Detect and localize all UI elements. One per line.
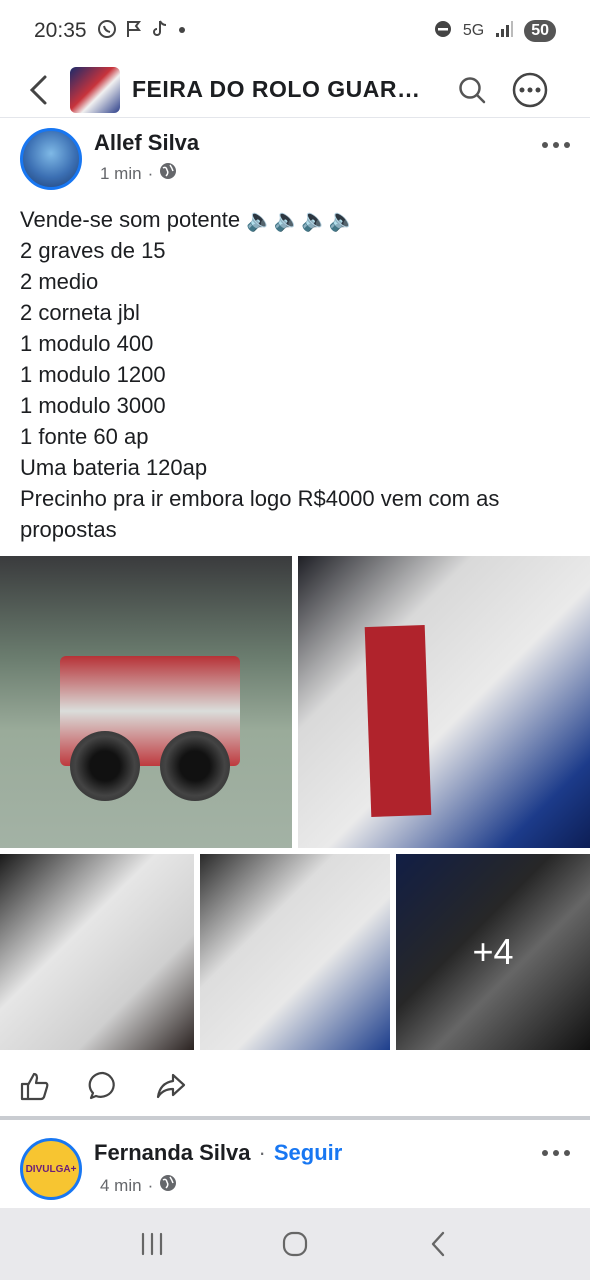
post-meta: 1 min · — [100, 162, 177, 185]
status-time: 20:35 — [34, 19, 87, 42]
flag-icon — [125, 19, 143, 44]
post-line: 2 medio — [20, 269, 99, 294]
post-line: 2 graves de 15 — [20, 238, 166, 263]
chevron-left-icon — [29, 75, 47, 104]
post-line: 2 corneta jbl — [20, 300, 140, 325]
meta-dot: · — [147, 163, 154, 183]
globe-icon — [159, 162, 177, 185]
meta-dot: · — [147, 1175, 154, 1195]
subwoofer-shape — [160, 731, 230, 801]
more-dots-icon — [542, 142, 570, 148]
home-icon — [282, 1231, 308, 1257]
post-author-row: Fernanda Silva · Seguir — [94, 1140, 342, 1166]
status-bar: 20:35 5G 50 — [0, 0, 590, 62]
feed-post-next: DIVULGA+ Fernanda Silva · Seguir 4 min · — [0, 1120, 590, 1208]
photo-car-trunk[interactable] — [0, 556, 292, 848]
post-text: Vende-se som potente 🔈🔈🔈🔈 2 graves de 15… — [0, 196, 590, 545]
photo-amplifiers[interactable] — [0, 854, 194, 1050]
notification-dot-icon — [177, 19, 187, 44]
share-icon — [156, 1073, 186, 1099]
whatsapp-icon — [97, 19, 117, 44]
search-icon — [459, 76, 486, 103]
post-line: 1 fonte 60 ap — [20, 424, 149, 449]
recent-apps-icon — [141, 1232, 162, 1256]
post-header: Allef Silva 1 min · — [0, 120, 590, 196]
post-line: 1 modulo 3000 — [20, 393, 166, 418]
globe-icon — [159, 1174, 177, 1197]
network-type: 5G — [462, 22, 485, 39]
feed-post: Allef Silva 1 min · Vende-se som potente… — [0, 120, 590, 545]
home-button[interactable] — [265, 1219, 325, 1269]
post-author[interactable]: Fernanda Silva — [94, 1140, 251, 1166]
post-line: 1 modulo 1200 — [20, 362, 166, 387]
comment-button[interactable] — [86, 1069, 120, 1103]
group-header: FEIRA DO ROLO GUARU... — [0, 62, 590, 118]
group-thumbnail[interactable] — [70, 66, 120, 113]
search-button[interactable] — [450, 68, 494, 112]
photo-grid: +4 — [0, 556, 590, 1050]
post-time: 4 min — [100, 1175, 142, 1195]
post-line: 1 modulo 400 — [20, 331, 154, 356]
post-time: 1 min — [100, 163, 142, 183]
follow-button[interactable]: Seguir — [274, 1140, 342, 1166]
post-author[interactable]: Allef Silva — [94, 130, 199, 156]
amplifier-label-shape — [364, 625, 432, 817]
system-navigation-bar — [0, 1208, 590, 1280]
post-meta: 4 min · — [100, 1174, 177, 1197]
more-dots-icon — [542, 1150, 570, 1156]
author-separator: · — [258, 1140, 266, 1165]
share-button[interactable] — [154, 1069, 188, 1103]
photo-amplifier-1200[interactable] — [298, 556, 590, 848]
avatar-text: DIVULGA+ — [25, 1163, 77, 1175]
post-line: Precinho pra ir embora logo R$4000 vem c… — [20, 486, 500, 511]
avatar[interactable] — [20, 128, 82, 190]
group-title[interactable]: FEIRA DO ROLO GUARU... — [132, 76, 432, 103]
post-line: propostas — [20, 517, 117, 542]
system-back-button[interactable] — [408, 1219, 468, 1269]
more-options-button[interactable] — [508, 68, 552, 112]
post-line: Vende-se som potente 🔈🔈🔈🔈 — [20, 207, 356, 232]
like-button[interactable] — [18, 1069, 52, 1103]
tiktok-icon — [151, 19, 169, 44]
post-options-button[interactable] — [540, 1138, 572, 1164]
post-line: Uma bateria 120ap — [20, 455, 208, 480]
more-horizontal-icon — [512, 72, 548, 107]
back-button[interactable] — [20, 70, 56, 110]
subwoofer-shape — [70, 731, 140, 801]
do-not-disturb-icon — [433, 19, 453, 44]
recent-apps-button[interactable] — [122, 1219, 182, 1269]
more-photos-count[interactable]: +4 — [396, 854, 590, 1050]
post-actions — [0, 1058, 590, 1114]
back-icon — [432, 1231, 445, 1257]
avatar[interactable]: DIVULGA+ — [20, 1138, 82, 1200]
photo-amplifier-3000[interactable] — [200, 854, 390, 1050]
post-options-button[interactable] — [540, 130, 572, 156]
comment-icon — [88, 1071, 115, 1100]
battery-level: 50 — [524, 20, 556, 42]
signal-icon — [494, 19, 514, 44]
thumbs-up-icon — [20, 1072, 49, 1101]
